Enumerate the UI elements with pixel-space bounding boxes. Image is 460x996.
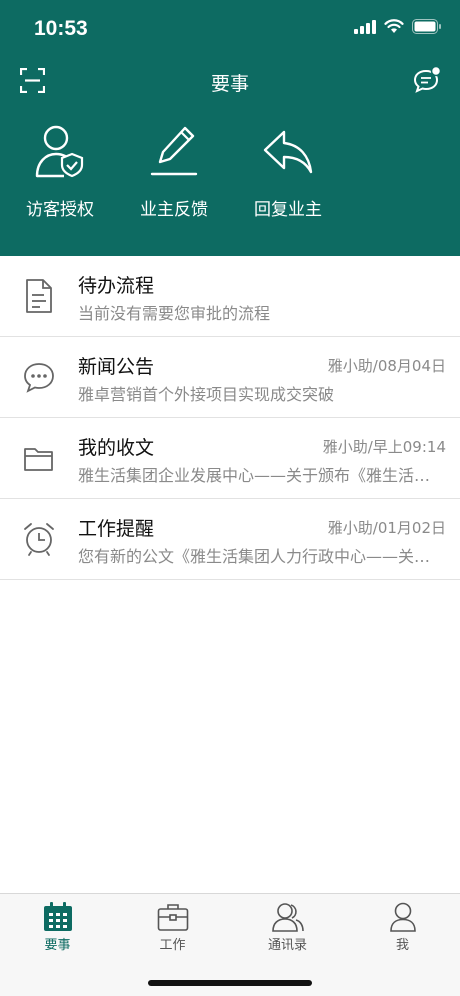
quick-action-label: 业主反馈 [140, 200, 208, 220]
briefcase-icon [157, 904, 189, 931]
status-bar: 10:53 [0, 0, 460, 56]
title-bar: 要事 [0, 56, 460, 108]
page-title: 要事 [210, 73, 249, 95]
todo-list: 待办流程 当前没有需要您审批的流程 新闻公告 雅小助/08月04日 雅卓营销首个… [0, 256, 460, 580]
calendar-icon [44, 902, 72, 931]
status-icons [354, 19, 442, 34]
person-icon [390, 902, 416, 932]
folder-icon [24, 448, 53, 471]
list-item-meta: 雅小助/01月02日 [327, 519, 446, 537]
document-icon [26, 279, 52, 313]
reply-owner-button[interactable]: 回复业主 [228, 120, 348, 230]
battery-icon [412, 19, 441, 34]
list-item-title: 新闻公告 [78, 356, 155, 378]
chat-bubble-icon [24, 363, 54, 393]
quick-actions: 访客授权 业主反馈 回复业主 [0, 120, 460, 230]
contacts-icon [272, 903, 304, 932]
message-bubble-icon [413, 65, 442, 93]
tab-label: 通讯录 [267, 938, 307, 953]
header: 10:53 要事 访客授权 业主反馈 回复业主 [0, 0, 460, 256]
wifi-icon [384, 19, 404, 33]
message-button[interactable] [412, 65, 442, 95]
list-item-meta: 雅小助/早上09:14 [322, 438, 446, 456]
quick-action-label: 回复业主 [254, 200, 322, 220]
tab-label: 工作 [159, 938, 186, 953]
owner-feedback-button[interactable]: 业主反馈 [114, 120, 234, 230]
list-item-title: 待办流程 [78, 275, 155, 297]
list-item-subtitle: 当前没有需要您审批的流程 [78, 304, 271, 323]
list-item-news[interactable]: 新闻公告 雅小助/08月04日 雅卓营销首个外接项目实现成交突破 [0, 337, 460, 418]
tab-label: 我 [395, 938, 409, 953]
tab-important[interactable]: 要事 [0, 894, 115, 964]
quick-action-label: 访客授权 [26, 200, 94, 220]
tab-label: 要事 [44, 938, 71, 953]
reply-arrow-icon [263, 130, 313, 174]
signal-icon [354, 19, 376, 34]
list-item-subtitle: 雅生活集团企业发展中心——关于颁布《雅生活集团企业发展中心管理办法》的通知 [78, 466, 446, 485]
list-item-meta: 雅小助/08月04日 [327, 357, 446, 375]
list-item-work-reminder[interactable]: 工作提醒 雅小助/01月02日 您有新的公文《雅生活集团人力行政中心——关于员工… [0, 499, 460, 580]
visitor-auth-button[interactable]: 访客授权 [0, 120, 120, 230]
tab-contacts[interactable]: 通讯录 [230, 894, 345, 964]
list-item-subtitle: 雅卓营销首个外接项目实现成交突破 [78, 385, 335, 404]
list-item-subtitle: 您有新的公文《雅生活集团人力行政中心——关于员工培训的通知》 [78, 547, 446, 566]
tab-work[interactable]: 工作 [115, 894, 230, 964]
alarm-clock-icon [24, 523, 54, 556]
home-indicator[interactable] [148, 980, 312, 986]
list-item-received-docs[interactable]: 我的收文 雅小助/早上09:14 雅生活集团企业发展中心——关于颁布《雅生活集团… [0, 418, 460, 499]
list-item-pending-process[interactable]: 待办流程 当前没有需要您审批的流程 [0, 256, 460, 337]
visitor-auth-icon [35, 125, 84, 178]
list-item-title: 工作提醒 [78, 518, 155, 540]
tab-me[interactable]: 我 [345, 894, 460, 964]
list-item-title: 我的收文 [78, 437, 155, 459]
status-time: 10:53 [34, 17, 88, 40]
pencil-feedback-icon [150, 126, 198, 176]
